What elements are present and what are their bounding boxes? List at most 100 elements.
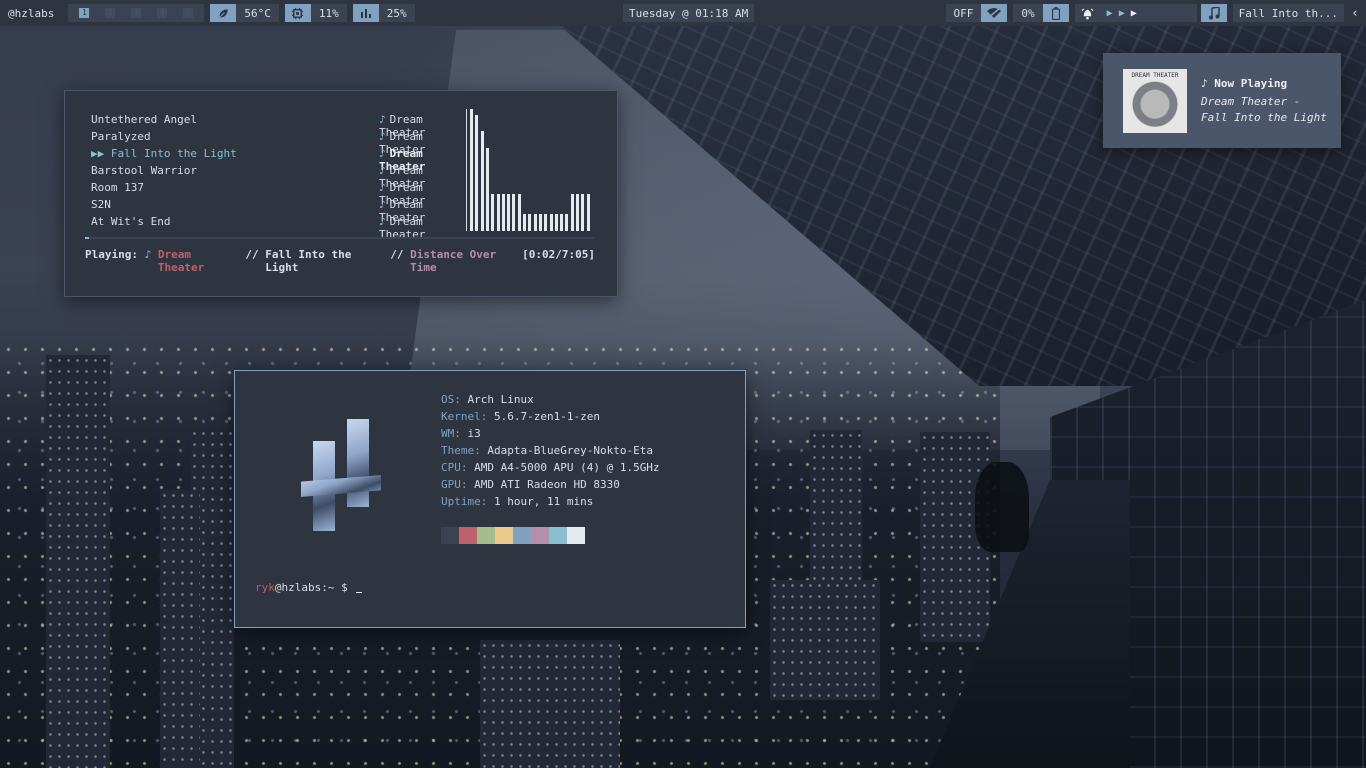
- visualizer-bar: [480, 131, 484, 231]
- workspace-switcher: 1 2 3 4 5: [68, 4, 205, 22]
- music-note-icon[interactable]: [1200, 4, 1227, 22]
- album-cover: DREAM THEATER: [1123, 69, 1187, 133]
- palette-swatch: [567, 527, 585, 544]
- workspace-4[interactable]: 4: [157, 8, 168, 18]
- visualizer-bar: [565, 214, 569, 231]
- visualizer-bar: [544, 214, 548, 231]
- visualizer-bar: [560, 214, 564, 231]
- info-key: Uptime:: [441, 495, 488, 508]
- music-note-icon: ♪: [144, 248, 152, 261]
- visualizer-bar: [470, 109, 473, 231]
- info-row: OS: Arch Linux: [441, 393, 660, 410]
- battery-icon[interactable]: [1042, 4, 1069, 22]
- wallpaper-building: [480, 640, 620, 768]
- media-controls: ▶ ▶ ▶: [1100, 4, 1197, 22]
- visualizer-bar: [528, 214, 532, 231]
- info-row: WM: i3: [441, 427, 660, 444]
- visualizer-bar: [523, 214, 526, 231]
- info-value: Arch Linux: [467, 393, 534, 406]
- hostname-label[interactable]: @hzlabs: [0, 4, 62, 22]
- music-player-window[interactable]: Untethered Angel ♪ Dream Theater Paralyze…: [64, 90, 618, 297]
- palette-swatch: [441, 527, 459, 544]
- distro-logo: [301, 419, 381, 535]
- visualizer-bar: [538, 214, 542, 231]
- palette-swatch: [513, 527, 531, 544]
- playlist-row[interactable]: At Wit's End ♪ Dream Theater: [91, 215, 469, 241]
- visualizer-bar: [570, 194, 574, 231]
- temperature-value: 56°C: [236, 4, 279, 22]
- wifi-off-icon[interactable]: [981, 4, 1008, 22]
- visualizer-bar: [491, 194, 495, 231]
- info-row: Uptime: 1 hour, 11 mins: [441, 495, 660, 512]
- visualizer-bar: [581, 194, 585, 231]
- music-note-icon: ♪: [379, 164, 386, 177]
- track-time: [0:02/7:05]: [522, 248, 595, 261]
- info-value: AMD A4-5000 APU (4) @ 1.5GHz: [474, 461, 660, 474]
- playlist-row[interactable]: Room 137 ♪ Dream Theater: [91, 181, 469, 207]
- chevron-left-icon[interactable]: ‹: [1344, 4, 1366, 22]
- info-key: OS:: [441, 393, 461, 406]
- track-artist-cell: ♪ Dream Theater: [379, 181, 469, 207]
- track-artist-cell: ♪ Dream Theater: [379, 113, 469, 139]
- shell-prompt[interactable]: ryk@hzlabs:~ $: [255, 581, 363, 594]
- palette-swatch: [459, 527, 477, 544]
- info-value: i3: [467, 427, 481, 440]
- playlist-row[interactable]: Untethered Angel ♪ Dream Theater: [91, 113, 469, 139]
- info-key: GPU:: [441, 478, 468, 491]
- workspace-2[interactable]: 2: [105, 8, 116, 18]
- info-value: AMD ATI Radeon HD 8330: [474, 478, 620, 491]
- visualizer-bar: [496, 194, 500, 231]
- visualizer-bar: [554, 214, 558, 231]
- track-artist-cell: ♪ Dream Theater: [379, 147, 469, 173]
- palette-swatch: [477, 527, 495, 544]
- notification-artist: Dream Theater -: [1201, 95, 1301, 108]
- playlist-row[interactable]: Barstool Warrior ♪ Dream Theater: [91, 164, 469, 190]
- visualizer-bar: [485, 148, 489, 231]
- info-value: 1 hour, 11 mins: [493, 495, 594, 508]
- bell-icon[interactable]: [1074, 4, 1101, 22]
- info-row: CPU: AMD A4-5000 APU (4) @ 1.5GHz: [441, 461, 660, 478]
- track-title: Fall Into the Light: [110, 147, 237, 160]
- status-album: Distance Over Time: [410, 248, 497, 274]
- memory-value: 25%: [378, 4, 415, 22]
- visualizer-bar: [586, 194, 590, 231]
- previous-icon[interactable]: ▶: [1107, 8, 1113, 19]
- playlist-row-current[interactable]: ▶▶ Fall Into the Light ♪ Dream Theater: [91, 147, 469, 173]
- clock[interactable]: Tuesday @ 01:18 AM: [623, 4, 755, 22]
- wifi-state[interactable]: OFF: [945, 4, 982, 22]
- progress-bar[interactable]: [85, 237, 595, 239]
- wallpaper-building: [770, 580, 880, 700]
- playlist-row[interactable]: S2N ♪ Dream Theater: [91, 198, 469, 224]
- info-key: Theme:: [441, 444, 481, 457]
- cpu-module[interactable]: 11%: [284, 4, 347, 22]
- visualizer-bar: [501, 194, 505, 231]
- playlist-row[interactable]: Paralyzed ♪ Dream Theater: [91, 130, 469, 156]
- terminal-window[interactable]: OS: Arch Linux Kernel: 5.6.7-zen1-1-zen …: [234, 370, 746, 628]
- audio-visualizer: [466, 109, 594, 231]
- music-note-icon: ♪: [379, 181, 386, 194]
- now-playing-notification[interactable]: DREAM THEATER ♪ Now Playing Dream Theate…: [1103, 53, 1341, 148]
- info-value: 5.6.7-zen1-1-zen: [493, 410, 600, 423]
- temperature-module[interactable]: 56°C: [210, 4, 279, 22]
- notification-song: Fall Into the Light: [1201, 111, 1327, 124]
- info-value: Adapta-BlueGrey-Nokto-Eta: [487, 444, 653, 457]
- bar-chart-icon: [352, 4, 379, 22]
- visualizer-bar: [475, 115, 479, 231]
- music-note-icon: ♪: [379, 198, 386, 211]
- music-note-icon: ♪: [379, 113, 386, 126]
- status-separator: //: [245, 248, 259, 261]
- status-song: Fall Into the Light: [265, 248, 352, 274]
- palette-swatch: [495, 527, 513, 544]
- workspace-5[interactable]: 5: [183, 8, 194, 18]
- play-pause-icon[interactable]: ▶: [1119, 8, 1125, 19]
- now-playing-tab[interactable]: Fall Into th...: [1232, 4, 1344, 22]
- info-key: WM:: [441, 427, 461, 440]
- next-icon[interactable]: ▶: [1131, 8, 1137, 19]
- workspace-1[interactable]: 1: [79, 8, 90, 18]
- memory-module[interactable]: 25%: [352, 4, 415, 22]
- top-status-bar: @hzlabs 1 2 3 4 5 56°C 11% 25% Tuesday @…: [0, 0, 1366, 26]
- workspace-3[interactable]: 3: [131, 8, 142, 18]
- wallpaper-building: [46, 355, 110, 768]
- battery-value: 0%: [1013, 4, 1043, 22]
- system-info: OS: Arch Linux Kernel: 5.6.7-zen1-1-zen …: [441, 393, 660, 512]
